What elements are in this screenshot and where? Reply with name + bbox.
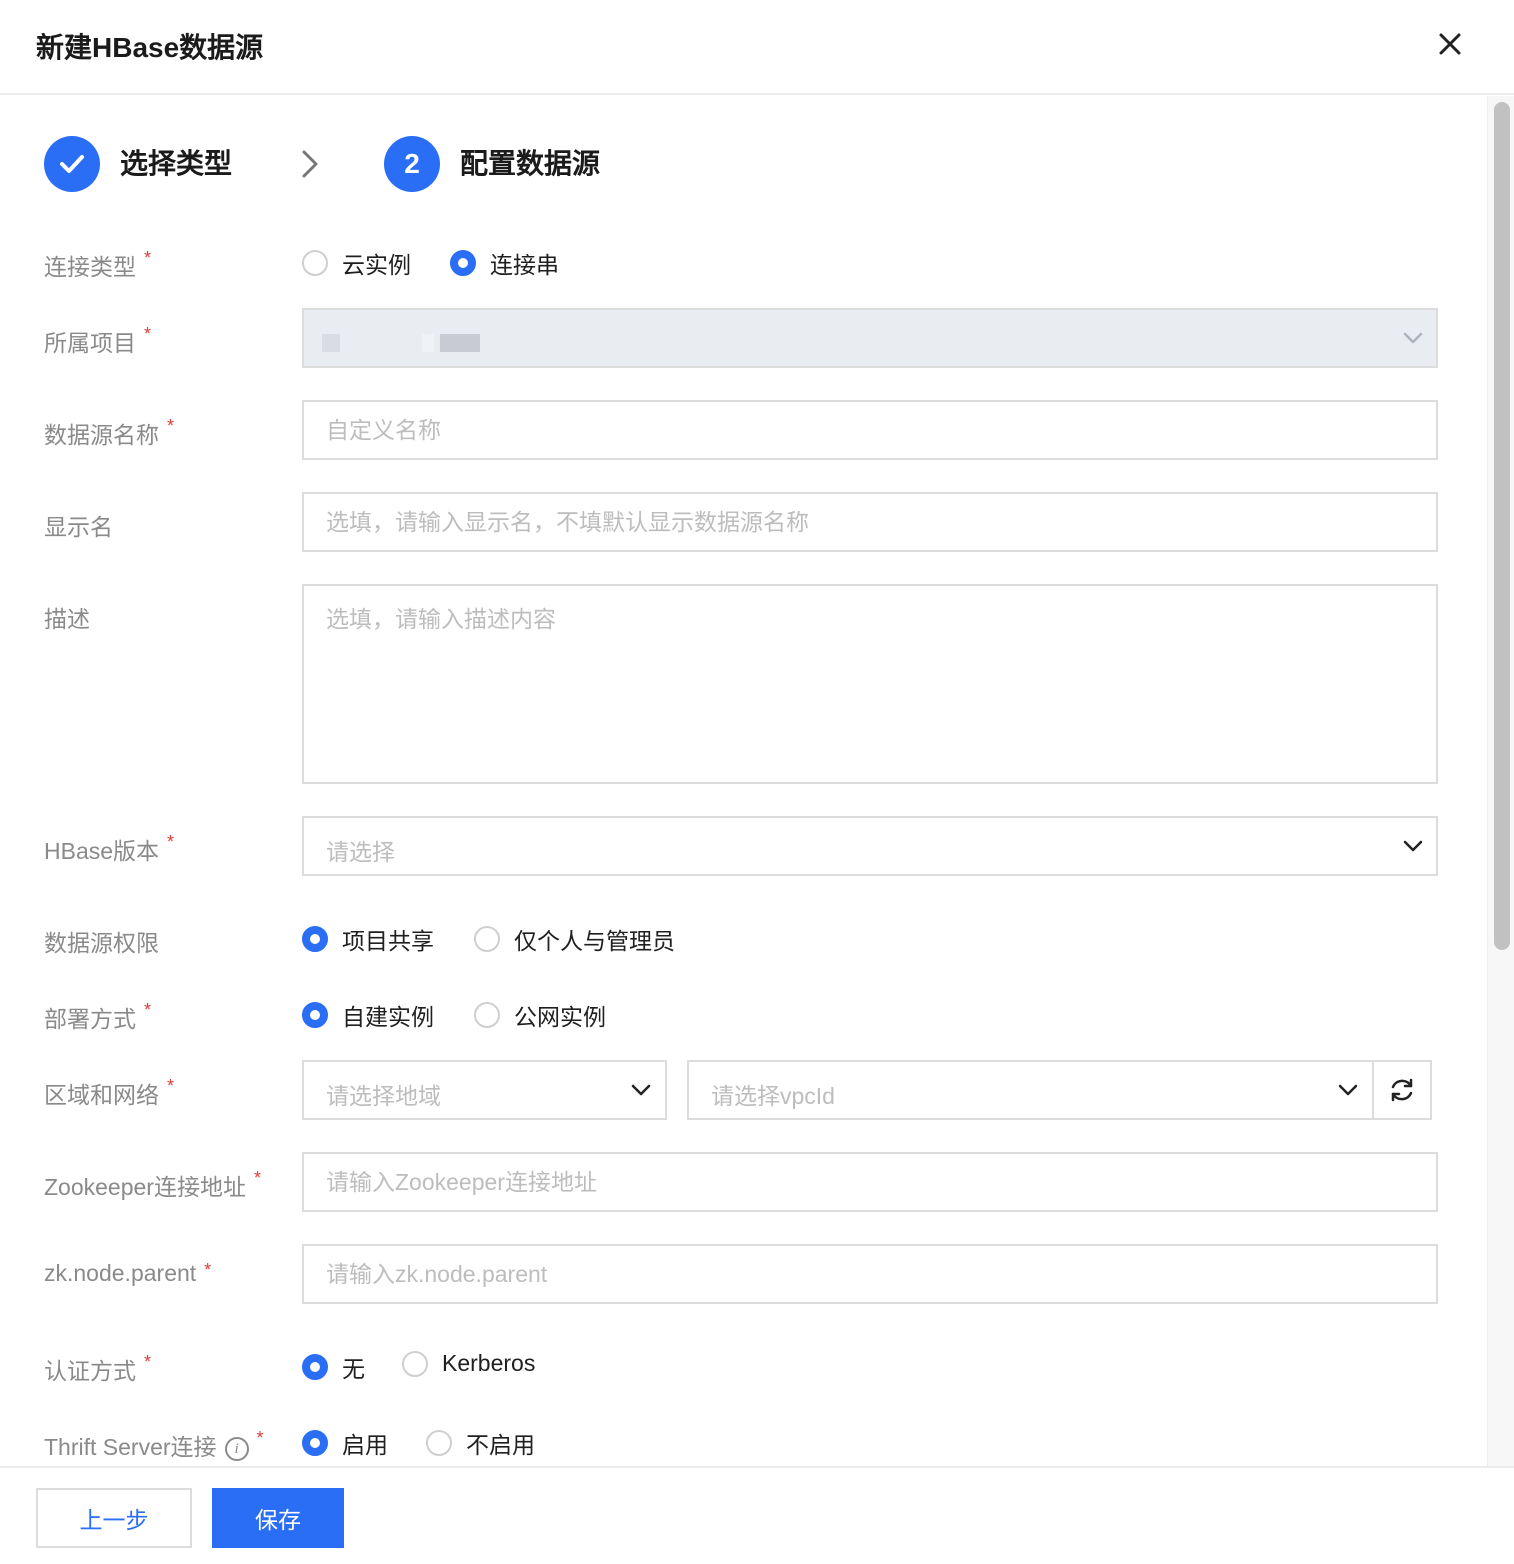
redacted-block bbox=[322, 334, 340, 352]
radio-dot bbox=[302, 1430, 328, 1456]
refresh-button[interactable] bbox=[1372, 1060, 1432, 1120]
radio-dot bbox=[302, 1354, 328, 1380]
vpc-select[interactable]: 请选择vpcId bbox=[687, 1060, 1374, 1120]
version-label: HBase版本 * bbox=[44, 832, 175, 864]
deploy-label: 部署方式 * bbox=[44, 1000, 152, 1032]
radio-personal-admin[interactable]: 仅个人与管理员 bbox=[474, 922, 675, 956]
radio-dot bbox=[426, 1430, 452, 1456]
redacted-block bbox=[440, 334, 480, 352]
radio-project-shared[interactable]: 项目共享 bbox=[302, 922, 434, 956]
region-placeholder: 请选择地域 bbox=[326, 1083, 441, 1109]
close-icon[interactable] bbox=[1430, 24, 1470, 64]
zookeeper-input[interactable] bbox=[302, 1152, 1438, 1212]
display-name-input[interactable] bbox=[302, 492, 1438, 552]
radio-dot bbox=[474, 926, 500, 952]
chevron-down-icon bbox=[1338, 1084, 1358, 1096]
name-label: 数据源名称 * bbox=[44, 416, 175, 448]
chevron-down-icon bbox=[1403, 840, 1423, 852]
radio-dot bbox=[474, 1002, 500, 1028]
version-select[interactable]: 请选择 bbox=[302, 816, 1438, 876]
refresh-icon bbox=[1391, 1078, 1413, 1102]
radio-cloud-instance[interactable]: 云实例 bbox=[302, 246, 411, 280]
auth-label: 认证方式 * bbox=[44, 1352, 152, 1384]
radio-self-built[interactable]: 自建实例 bbox=[302, 998, 434, 1032]
permission-label: 数据源权限 bbox=[44, 930, 159, 956]
radio-dot bbox=[302, 926, 328, 952]
chevron-right-icon bbox=[302, 150, 318, 178]
connection-type-label: 连接类型 * bbox=[44, 248, 152, 280]
radio-thrift-enable[interactable]: 启用 bbox=[302, 1426, 388, 1460]
chevron-down-icon bbox=[1403, 332, 1423, 344]
region-select[interactable]: 请选择地域 bbox=[302, 1060, 667, 1120]
info-icon[interactable]: i bbox=[224, 1436, 249, 1461]
thrift-label: Thrift Server连接 i* bbox=[44, 1428, 264, 1461]
display-name-label: 显示名 bbox=[44, 514, 113, 540]
radio-auth-none[interactable]: 无 bbox=[302, 1350, 365, 1384]
region-label: 区域和网络 * bbox=[44, 1076, 175, 1108]
step-2-number: 2 bbox=[384, 136, 440, 192]
name-input[interactable] bbox=[302, 400, 1438, 460]
zk-parent-input[interactable] bbox=[302, 1244, 1438, 1304]
vpc-placeholder: 请选择vpcId bbox=[711, 1083, 835, 1109]
radio-public-instance[interactable]: 公网实例 bbox=[474, 998, 606, 1032]
prev-step-button[interactable]: 上一步 bbox=[36, 1488, 192, 1548]
version-placeholder: 请选择 bbox=[326, 839, 395, 865]
radio-dot bbox=[302, 1002, 328, 1028]
description-label: 描述 bbox=[44, 606, 90, 632]
redacted-block bbox=[422, 334, 434, 352]
radio-dot bbox=[302, 250, 328, 276]
step-1-label: 选择类型 bbox=[120, 148, 233, 179]
chevron-down-icon bbox=[631, 1084, 651, 1096]
radio-auth-kerberos[interactable]: Kerberos bbox=[402, 1350, 535, 1377]
radio-dot bbox=[450, 250, 476, 276]
step-2-label: 配置数据源 bbox=[460, 148, 601, 179]
description-textarea[interactable] bbox=[302, 584, 1438, 784]
save-button[interactable]: 保存 bbox=[212, 1488, 344, 1548]
zookeeper-label: Zookeeper连接地址 * bbox=[44, 1168, 261, 1200]
project-label: 所属项目 * bbox=[44, 324, 152, 356]
radio-connection-string[interactable]: 连接串 bbox=[450, 246, 559, 280]
project-select bbox=[302, 308, 1438, 368]
dialog-title: 新建HBase数据源 bbox=[36, 32, 264, 63]
step-1-check-icon bbox=[44, 136, 100, 192]
scrollbar-thumb[interactable] bbox=[1494, 102, 1510, 950]
zk-parent-label: zk.node.parent * bbox=[44, 1260, 212, 1286]
radio-thrift-disable[interactable]: 不启用 bbox=[426, 1426, 535, 1460]
dialog-header: 新建HBase数据源 bbox=[0, 0, 1514, 95]
radio-dot bbox=[402, 1350, 428, 1377]
